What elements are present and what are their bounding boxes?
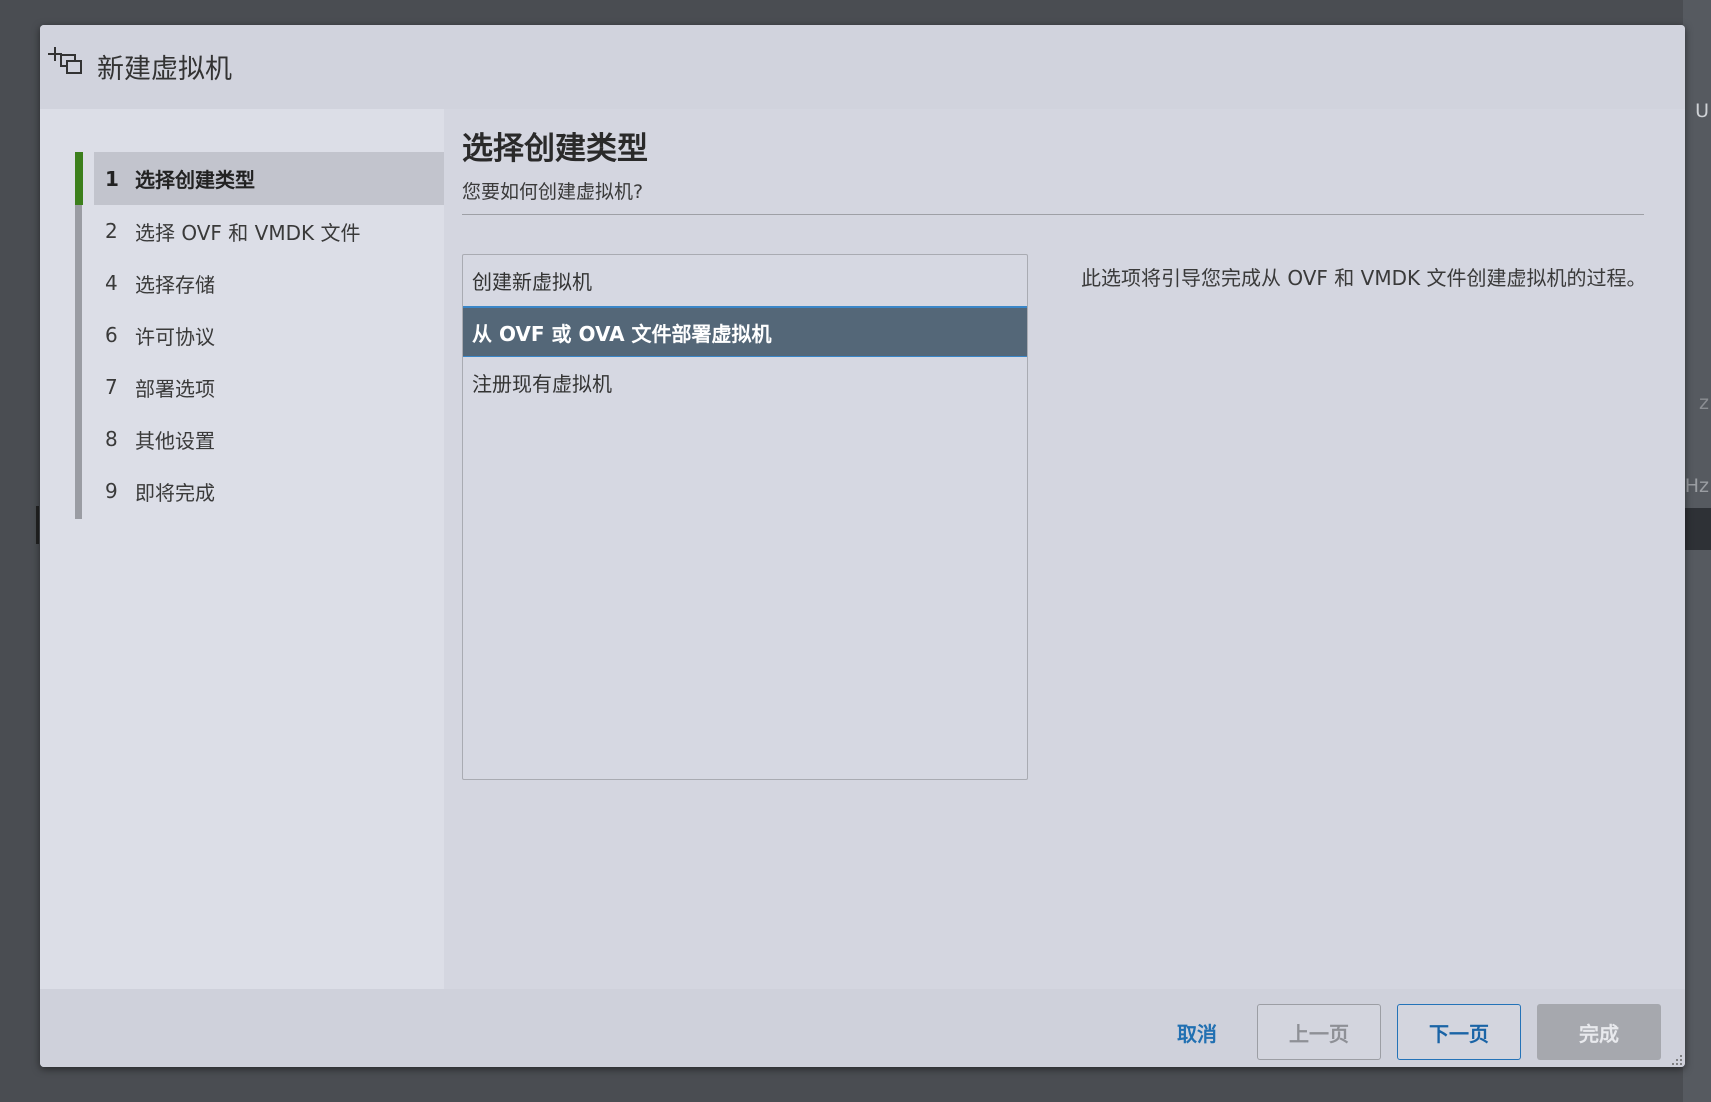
- wizard-steps-sidebar: 1 选择创建类型 2 选择 OVF 和 VMDK 文件 4 选择存储 6 许可协…: [40, 109, 444, 989]
- dialog-header[interactable]: 新建虚拟机: [40, 25, 1685, 109]
- background-edge-text: z: [1699, 392, 1709, 414]
- step-ready-to-complete[interactable]: 9 即将完成: [94, 465, 444, 517]
- step-select-creation-type[interactable]: 1 选择创建类型: [94, 152, 444, 205]
- option-label: 注册现有虚拟机: [472, 372, 612, 396]
- background-dark-strip: [1681, 508, 1711, 550]
- option-create-new-vm[interactable]: 创建新虚拟机: [463, 255, 1027, 306]
- active-step-marker: [75, 152, 83, 205]
- resize-grip-icon[interactable]: [1669, 1051, 1683, 1065]
- step-track: [75, 152, 82, 519]
- step-label: 选择 OVF 和 VMDK 文件: [135, 220, 361, 245]
- step-license-agreement[interactable]: 6 许可协议: [94, 309, 444, 361]
- option-deploy-from-ovf-ova[interactable]: 从 OVF 或 OVA 文件部署虚拟机: [463, 306, 1027, 357]
- step-number: 1: [105, 166, 119, 191]
- step-label: 其他设置: [135, 428, 215, 453]
- step-label: 即将完成: [135, 480, 215, 505]
- background-edge-text: Hz: [1684, 475, 1709, 497]
- step-label: 部署选项: [135, 376, 215, 401]
- step-number: 4: [105, 271, 118, 295]
- step-number: 6: [105, 323, 118, 347]
- divider: [462, 214, 1644, 215]
- step-label: 选择创建类型: [135, 168, 255, 192]
- background-app-edge: [1683, 0, 1711, 1102]
- page-subtitle: 您要如何创建虚拟机?: [462, 181, 644, 203]
- page-title: 选择创建类型: [462, 131, 648, 167]
- step-deployment-options[interactable]: 7 部署选项: [94, 361, 444, 413]
- cancel-button[interactable]: 取消: [1135, 1004, 1259, 1060]
- step-additional-settings[interactable]: 8 其他设置: [94, 413, 444, 465]
- previous-button[interactable]: 上一页: [1257, 1004, 1381, 1060]
- new-vm-dialog: 新建虚拟机 1 选择创建类型 2 选择 OVF 和 VMDK 文件 4 选择存储…: [40, 25, 1685, 1067]
- dialog-title: 新建虚拟机: [97, 54, 232, 85]
- step-number: 8: [105, 427, 118, 451]
- wizard-main-panel: 选择创建类型 您要如何创建虚拟机? 创建新虚拟机 从 OVF 或 OVA 文件部…: [444, 109, 1685, 989]
- step-select-ovf-vmdk[interactable]: 2 选择 OVF 和 VMDK 文件: [94, 205, 444, 257]
- option-register-existing-vm[interactable]: 注册现有虚拟机: [463, 357, 1027, 408]
- step-number: 7: [105, 375, 118, 399]
- step-number: 2: [105, 219, 118, 243]
- background-bar: [36, 506, 39, 544]
- background-edge-text: U: [1695, 100, 1709, 122]
- dialog-footer: 取消 上一页 下一页 完成: [40, 989, 1685, 1067]
- finish-button[interactable]: 完成: [1537, 1004, 1661, 1060]
- next-button[interactable]: 下一页: [1397, 1004, 1521, 1060]
- step-select-storage[interactable]: 4 选择存储: [94, 257, 444, 309]
- option-description: 此选项将引导您完成从 OVF 和 VMDK 文件创建虚拟机的过程。: [1081, 266, 1647, 290]
- option-label: 创建新虚拟机: [472, 270, 592, 294]
- option-label: 从 OVF 或 OVA 文件部署虚拟机: [472, 321, 772, 346]
- step-list: 1 选择创建类型 2 选择 OVF 和 VMDK 文件 4 选择存储 6 许可协…: [94, 152, 444, 517]
- creation-type-list[interactable]: 创建新虚拟机 从 OVF 或 OVA 文件部署虚拟机 注册现有虚拟机: [462, 254, 1028, 780]
- step-label: 许可协议: [135, 324, 215, 349]
- step-number: 9: [105, 479, 118, 503]
- step-label: 选择存储: [135, 272, 215, 297]
- new-vm-icon: [46, 45, 86, 75]
